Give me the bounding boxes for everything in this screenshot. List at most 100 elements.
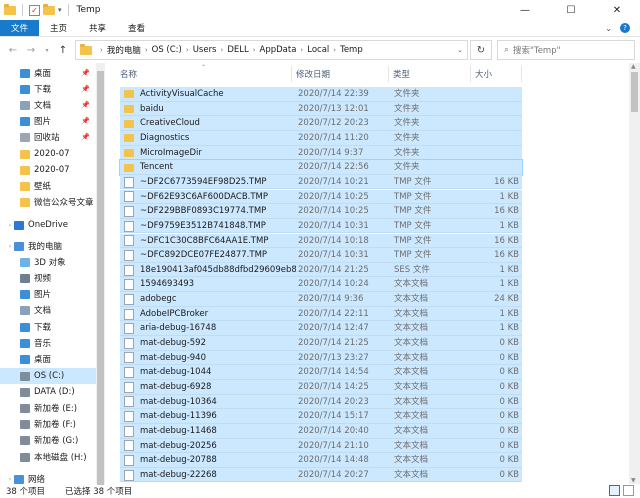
breadcrumb-temp[interactable]: Temp (340, 45, 363, 55)
breadcrumb-local[interactable]: Local › (307, 45, 340, 55)
sidebar-item[interactable]: 下载 📌 (0, 81, 96, 97)
sidebar-item[interactable]: › 网络 (0, 471, 96, 484)
breadcrumb-this-pc[interactable]: 我的电脑 › (107, 44, 152, 56)
table-row[interactable]: Diagnostics 2020/7/14 11:20 文件夹 (120, 130, 522, 146)
address-history-dropdown-icon[interactable]: ⌄ (457, 46, 463, 54)
properties-icon[interactable]: ✓ (29, 4, 40, 16)
minimize-button[interactable]: — (502, 0, 548, 20)
address-bar[interactable]: › 我的电脑 › OS (C:) › Users › DELL › AppData › L… (75, 40, 468, 60)
sidebar-item[interactable]: 图片 📌 (0, 113, 96, 129)
table-row[interactable]: adobegc 2020/7/14 9:36 文本文档 24 KB (120, 292, 522, 307)
column-header-type[interactable]: 类型 (393, 63, 410, 85)
sidebar-item[interactable]: 微信公众号文章 (0, 194, 96, 210)
sidebar-item[interactable]: 新加卷 (G:) (0, 432, 96, 448)
column-divider[interactable] (388, 66, 389, 82)
sidebar-item[interactable]: OS (C:) (0, 368, 96, 384)
search-input[interactable]: ⌕ 搜索"Temp" (497, 40, 635, 60)
table-row[interactable]: mat-debug-592 2020/7/14 21:25 文本文档 0 KB (120, 336, 522, 351)
customize-toolbar-icon[interactable]: ▾ (58, 6, 62, 14)
table-row[interactable]: mat-debug-11396 2020/7/14 15:17 文本文档 0 KB (120, 409, 522, 424)
table-row[interactable]: CreativeCloud 2020/7/12 20:23 文件夹 (120, 116, 522, 131)
close-button[interactable]: ✕ (594, 0, 640, 20)
scrollbar-thumb[interactable] (631, 72, 638, 112)
expand-ribbon-icon[interactable]: ⌄ (605, 24, 612, 33)
scroll-down-icon[interactable]: ▼ (631, 477, 636, 484)
table-row[interactable]: mat-debug-940 2020/7/13 23:27 文本文档 0 KB (120, 350, 522, 366)
column-divider[interactable] (470, 66, 471, 82)
table-row[interactable]: mat-debug-20256 2020/7/14 21:10 文本文档 0 KB (120, 438, 522, 454)
table-row[interactable]: Tencent 2020/7/14 22:56 文件夹 (119, 159, 523, 176)
expand-icon[interactable]: › (6, 243, 14, 250)
sidebar-item[interactable]: 本地磁盘 (H:) (0, 449, 96, 465)
table-row[interactable]: aria-debug-16748 2020/7/14 12:47 文本文档 1 KB (120, 321, 522, 336)
table-row[interactable]: AdobeIPCBroker 2020/7/14 22:11 文本文档 1 KB (120, 306, 522, 322)
sidebar-item[interactable]: 2020-07 (0, 146, 96, 162)
sidebar-item[interactable]: 桌面 📌 (0, 65, 96, 81)
chevron-right-icon[interactable]: › (300, 46, 303, 54)
column-divider[interactable] (291, 66, 292, 82)
sidebar-item[interactable]: 2020-07 (0, 162, 96, 178)
table-row[interactable]: ~DF229BBF0893C19774.TMP 2020/7/14 10:25 TM… (120, 204, 522, 219)
sidebar-item[interactable]: 下载 (0, 319, 96, 335)
table-row[interactable]: mat-debug-11468 2020/7/14 20:40 文本文档 0 KB (120, 423, 522, 439)
chevron-right-icon[interactable]: › (253, 46, 256, 54)
table-row[interactable]: 1594693493 2020/7/14 10:24 文本文档 1 KB (120, 277, 522, 293)
breadcrumb-users[interactable]: Users › (193, 45, 228, 55)
forward-arrow-icon[interactable]: → (24, 45, 38, 56)
back-arrow-icon[interactable]: ← (6, 45, 20, 56)
table-row[interactable]: ~DFC1C30C8BFC64AA1E.TMP 2020/7/14 10:18 TM… (120, 233, 522, 249)
sidebar-item[interactable]: 回收站 📌 (0, 129, 96, 145)
table-row[interactable]: MicroImageDir 2020/7/14 9:37 文件夹 (120, 145, 522, 161)
scroll-up-icon[interactable]: ▲ (631, 63, 636, 70)
table-row[interactable]: ~DF2C6773594EF98D25.TMP 2020/7/14 10:21 TM… (120, 174, 522, 190)
column-header-size[interactable]: 大小 (475, 63, 492, 85)
sidebar-item[interactable]: 图片 (0, 286, 96, 302)
sidebar-item[interactable]: 壁纸 (0, 178, 96, 194)
expand-icon[interactable]: › (6, 222, 14, 229)
chevron-right-icon[interactable]: › (333, 46, 336, 54)
tab-view[interactable]: 查看 (117, 20, 156, 36)
scrollbar-thumb[interactable] (97, 71, 104, 485)
tab-home[interactable]: 主页 (39, 20, 78, 36)
sidebar-item[interactable]: › 我的电脑 (0, 238, 96, 254)
sidebar-item[interactable]: 3D 对象 (0, 254, 96, 270)
table-row[interactable]: mat-debug-22268 2020/7/14 20:27 文本文档 0 KB (120, 467, 522, 483)
maximize-button[interactable]: ☐ (548, 0, 594, 20)
details-view-button[interactable] (609, 485, 620, 496)
file-list-scrollbar[interactable]: ▲ ▼ (629, 63, 640, 484)
table-row[interactable]: baidu 2020/7/13 12:01 文件夹 (120, 101, 522, 117)
column-header-name[interactable]: 名称 (120, 63, 137, 85)
column-divider[interactable] (521, 66, 522, 82)
recent-locations-icon[interactable]: ▾ (40, 47, 54, 54)
up-arrow-icon[interactable]: ↑ (56, 45, 70, 56)
sidebar-item[interactable]: 桌面 (0, 351, 96, 367)
table-row[interactable]: ~DF62E93C6AF600DACB.TMP 2020/7/14 10:25 TM… (120, 189, 522, 205)
expand-icon[interactable]: › (6, 476, 14, 483)
table-row[interactable]: mat-debug-20788 2020/7/14 14:48 文本文档 0 KB (120, 453, 522, 468)
sidebar-item[interactable]: 文档 📌 (0, 97, 96, 113)
table-row[interactable]: mat-debug-6928 2020/7/14 14:25 文本文档 0 KB (120, 380, 522, 395)
sidebar-item[interactable]: DATA (D:) (0, 384, 96, 400)
large-icons-view-button[interactable] (623, 485, 634, 496)
tab-share[interactable]: 共享 (78, 20, 117, 36)
chevron-right-icon[interactable]: › (186, 46, 189, 54)
chevron-right-icon[interactable]: › (145, 46, 148, 54)
table-row[interactable]: ActivityVisualCache 2020/7/14 22:39 文件夹 (120, 87, 522, 102)
tab-file[interactable]: 文件 (0, 20, 40, 36)
breadcrumb-appdata[interactable]: AppData › (260, 45, 308, 55)
sidebar-item[interactable]: 视频 (0, 270, 96, 286)
breadcrumb-dell[interactable]: DELL › (227, 45, 259, 55)
sidebar-item[interactable]: 文档 (0, 302, 96, 318)
sidebar-item[interactable]: 新加卷 (F:) (0, 416, 96, 432)
column-header-date[interactable]: 修改日期 (296, 63, 330, 85)
table-row[interactable]: ~DF9759E3512B741848.TMP 2020/7/14 10:31 TM… (120, 218, 522, 234)
refresh-button[interactable]: ↻ (470, 40, 492, 60)
table-row[interactable]: 18e190413af045db88dfbd29609eb8... 2020/7/… (120, 262, 522, 278)
table-row[interactable]: mat-debug-10364 2020/7/14 20:23 文本文档 0 KB (120, 394, 522, 410)
chevron-right-icon[interactable]: › (221, 46, 224, 54)
sidebar-item[interactable]: 新加卷 (E:) (0, 400, 96, 416)
table-row[interactable]: mat-debug-1044 2020/7/14 14:54 文本文档 0 KB (120, 365, 522, 380)
navigation-pane-scrollbar[interactable] (96, 63, 105, 485)
breadcrumb-drive-c[interactable]: OS (C:) › (152, 45, 193, 55)
new-folder-icon[interactable] (43, 3, 55, 15)
